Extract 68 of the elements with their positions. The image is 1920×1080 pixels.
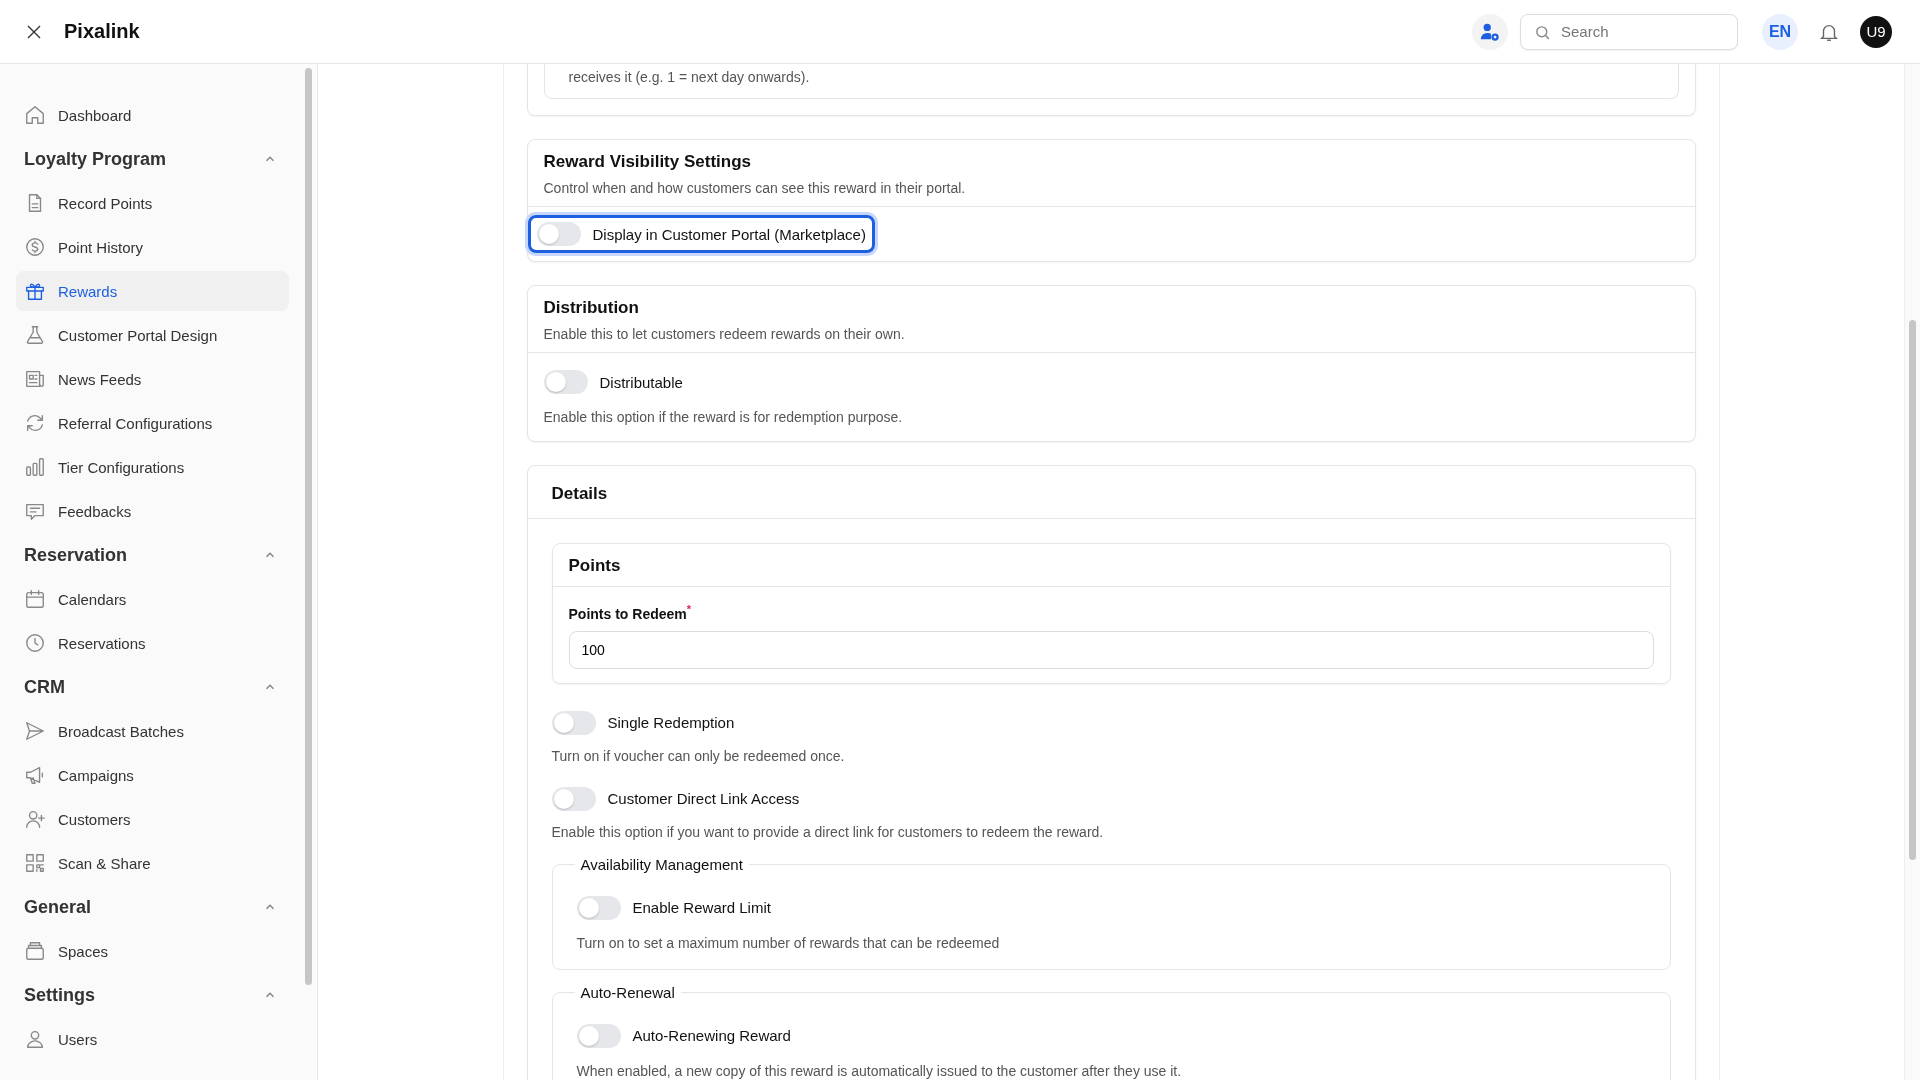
sidebar-item[interactable]: Reservations xyxy=(16,623,289,663)
user-plus-icon xyxy=(24,808,46,830)
required-mark: * xyxy=(686,603,692,615)
clock-icon xyxy=(24,632,46,654)
sidebar-item[interactable]: Record Points xyxy=(16,183,289,223)
toggle-switch[interactable]: Customer Direct Link Access xyxy=(542,779,809,818)
sidebar-item[interactable]: Scan & Share xyxy=(16,843,289,883)
search-icon xyxy=(1534,23,1551,41)
group-title: Auto-Renewal xyxy=(579,983,676,1001)
sidebar-item[interactable]: Rewards xyxy=(16,271,289,311)
toggle-switch[interactable]: Enable Reward Limit xyxy=(567,888,780,927)
sidebar-item[interactable]: Feedbacks xyxy=(16,491,289,531)
hint-text: Enable this option if you want to provide a direct link for customers to redeem the reward. xyxy=(551,823,1105,840)
app-title: Pixalink xyxy=(64,20,140,43)
user-settings-button[interactable] xyxy=(1472,13,1508,50)
megaphone-icon xyxy=(24,764,46,786)
section-header[interactable]: General xyxy=(16,887,289,927)
flask-icon xyxy=(24,324,46,346)
hint-text: Turn on to set a maximum number of rewards that can be redeemed xyxy=(576,934,1001,951)
sidebar-item[interactable]: Campaigns xyxy=(16,755,289,795)
sidebar-item[interactable]: Referral Configurations xyxy=(16,403,289,443)
toggle-switch[interactable]: Distributable xyxy=(534,363,692,401)
user-icon xyxy=(24,1028,46,1050)
bar-chart-icon xyxy=(24,456,46,478)
sidebar-item[interactable]: News Feeds xyxy=(16,359,289,399)
qr-code-icon xyxy=(24,852,46,874)
section-header[interactable]: Loyalty Program xyxy=(16,139,289,179)
description: Control when and how customers can see this reward in their portal. xyxy=(543,180,967,196)
section-header[interactable]: Reservation xyxy=(16,535,289,575)
card-title: Distribution xyxy=(543,298,640,318)
stack-icon xyxy=(24,940,46,962)
section-header[interactable]: CRM xyxy=(16,667,289,707)
hint-text: When enabled, a new copy of this reward is automatically issued to the customer after they use it. xyxy=(576,1062,1183,1079)
sidebar-item[interactable]: Broadcast Batches xyxy=(16,711,289,751)
sidebar-item[interactable]: Calendars xyxy=(16,579,289,619)
dollar-icon xyxy=(24,236,46,258)
refresh-icon xyxy=(24,412,46,434)
sidebar-item[interactable]: Customers xyxy=(16,799,289,839)
close-icon[interactable] xyxy=(26,23,42,40)
card-title: Details xyxy=(551,484,609,504)
toggle-switch[interactable]: Auto-Renewing Reward xyxy=(567,1016,800,1055)
scrollbar[interactable] xyxy=(305,68,312,985)
newspaper-icon xyxy=(24,368,46,390)
hint-text: Enable this option if the reward is for redemption purpose. xyxy=(543,409,904,425)
toggle-switch[interactable]: Single Redemption xyxy=(542,703,744,742)
scrollbar[interactable] xyxy=(1909,320,1916,860)
language-button[interactable]: EN xyxy=(1762,13,1798,50)
description: Enable this to let customers redeem rewards on their own. xyxy=(543,326,906,342)
description: receives it (e.g. 1 = next day onwards). xyxy=(568,68,811,86)
sidebar-item[interactable]: Point History xyxy=(16,227,289,267)
sidebar-item[interactable]: Tier Configurations xyxy=(16,447,289,487)
search-field[interactable]: Search xyxy=(1520,13,1738,50)
calendar-icon xyxy=(24,588,46,610)
card-title: Reward Visibility Settings xyxy=(543,152,753,172)
user-avatar[interactable]: U9 xyxy=(1860,15,1892,48)
send-icon xyxy=(24,720,46,742)
field-label: Points to Redeem xyxy=(568,605,687,622)
home-icon xyxy=(24,104,46,126)
sidebar-item[interactable]: Users xyxy=(16,1019,289,1059)
hint-text: Turn on if voucher can only be redeemed once. xyxy=(551,747,846,764)
section-header[interactable]: Settings xyxy=(16,975,289,1015)
sidebar-item[interactable]: Dashboard xyxy=(16,95,289,135)
group-title: Availability Management xyxy=(579,855,744,873)
section-title: Points xyxy=(568,556,622,576)
toggle-switch[interactable]: Display in Customer Portal (Marketplace) xyxy=(527,215,875,253)
sidebar-item[interactable]: Customer Portal Design xyxy=(16,315,289,355)
sidebar-item[interactable]: Spaces xyxy=(16,931,289,971)
input-field[interactable]: 100 xyxy=(568,630,1654,669)
